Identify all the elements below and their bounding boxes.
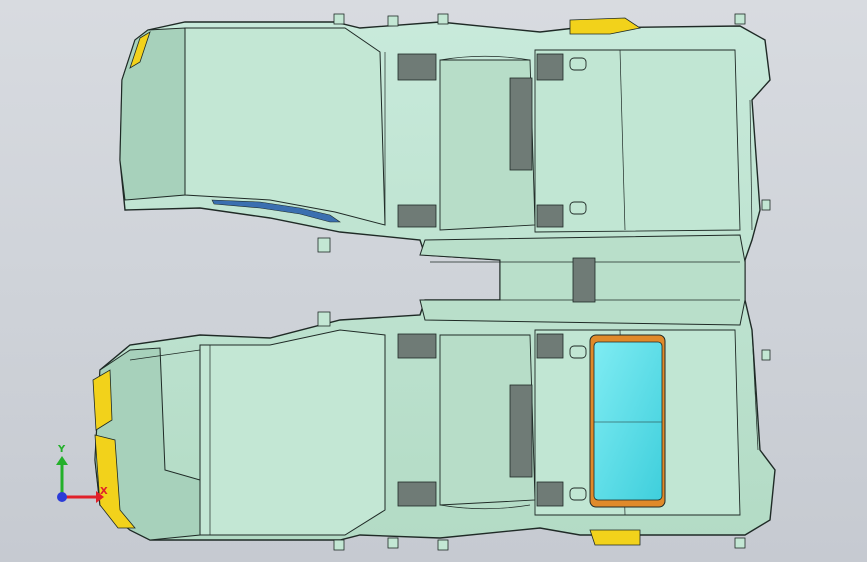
front-edge-shade-top: [119, 27, 186, 201]
tunnel-pocket[interactable]: [572, 257, 596, 303]
pocket-5[interactable]: [536, 204, 564, 228]
pocket-3[interactable]: [509, 77, 533, 171]
pocket-7[interactable]: [536, 333, 564, 359]
x-axis-label: X: [100, 486, 108, 497]
pocket-6[interactable]: [397, 333, 437, 359]
yellow-bracket-bottom-left[interactable]: [92, 369, 113, 431]
cad-graphics-viewport[interactable]: Y X: [0, 0, 867, 562]
front-left-floor-panel[interactable]: [184, 27, 386, 226]
y-axis-label: Y: [57, 444, 66, 455]
car-floor-model[interactable]: Y X: [0, 0, 867, 562]
y-axis-arrowhead: [56, 456, 68, 465]
pocket-9[interactable]: [397, 481, 437, 507]
yellow-bracket-bottom-right[interactable]: [589, 529, 641, 546]
pocket-4[interactable]: [397, 204, 437, 228]
pocket-10[interactable]: [536, 481, 564, 507]
z-axis-origin: [57, 492, 67, 502]
rear-left-floor-panel[interactable]: [199, 329, 386, 536]
selected-battery-tray[interactable]: [589, 334, 666, 508]
pocket-2[interactable]: [536, 53, 564, 81]
pocket-1[interactable]: [397, 53, 437, 81]
pocket-8[interactable]: [509, 384, 533, 478]
rear-right-floor-panel[interactable]: [534, 49, 741, 233]
